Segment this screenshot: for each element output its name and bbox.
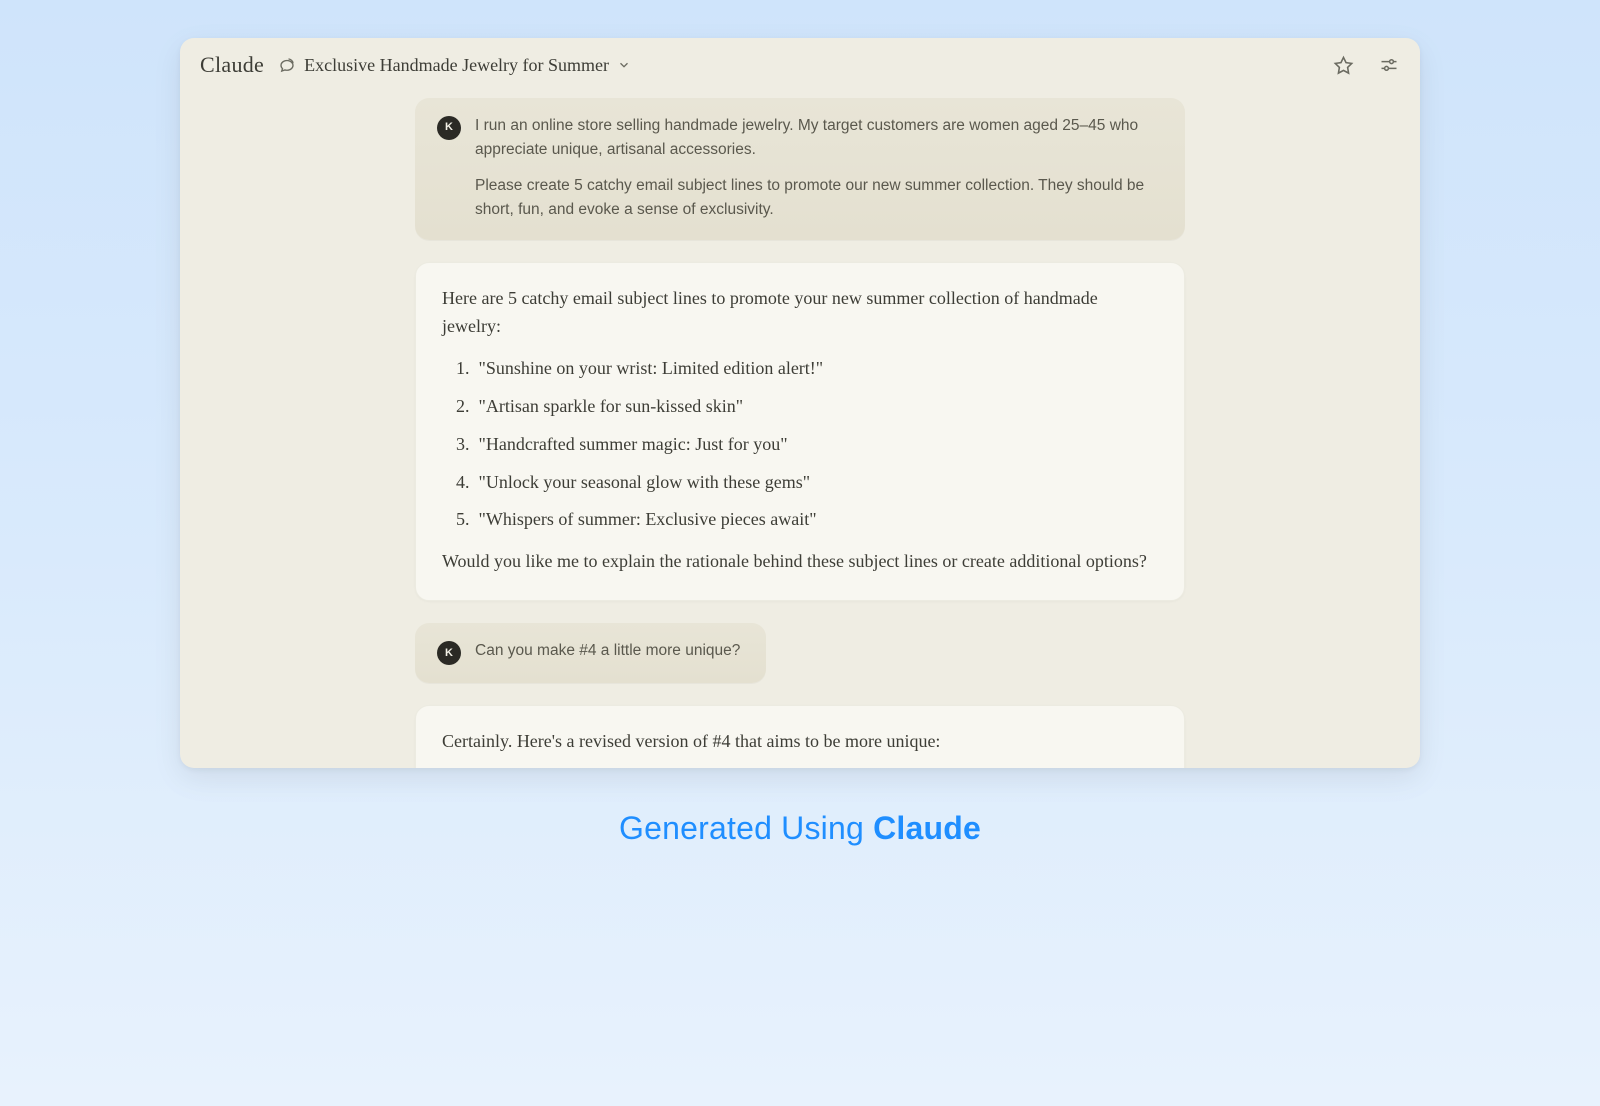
- user-message-text: I run an online store selling handmade j…: [475, 114, 1163, 222]
- assistant-intro: Here are 5 catchy email subject lines to…: [442, 285, 1158, 341]
- conversation-thread: K I run an online store selling handmade…: [415, 88, 1185, 768]
- list-item-text: "Artisan sparkle for sun-kissed skin": [479, 396, 744, 416]
- footer-prefix: Generated Using: [619, 810, 873, 846]
- user-message: K Can you make #4 a little more unique?: [415, 623, 766, 683]
- titlebar: Claude Exclusive Handmade Jewelry for Su…: [180, 38, 1420, 88]
- user-message: K I run an online store selling handmade…: [415, 98, 1185, 240]
- user-text-line: Can you make #4 a little more unique?: [475, 639, 740, 663]
- assistant-message: Certainly. Here's a revised version of #…: [415, 705, 1185, 768]
- footer-brand: Claude: [873, 810, 981, 846]
- conversation-scroll[interactable]: K I run an online store selling handmade…: [180, 88, 1420, 768]
- user-text-line: Please create 5 catchy email subject lin…: [475, 174, 1163, 222]
- footer-caption: Generated Using Claude: [619, 810, 981, 847]
- conversation-title: Exclusive Handmade Jewelry for Summer: [304, 55, 609, 76]
- assistant-outro: Would you like me to explain the rationa…: [442, 548, 1158, 576]
- list-item-text: "Whispers of summer: Exclusive pieces aw…: [479, 509, 817, 529]
- avatar: K: [437, 641, 461, 665]
- list-item: 1. "Sunshine on your wrist: Limited edit…: [456, 355, 1158, 383]
- assistant-intro: Certainly. Here's a revised version of #…: [442, 728, 1158, 756]
- list-item: 2. "Artisan sparkle for sun-kissed skin": [456, 393, 1158, 421]
- list-item: 4. "Unlock your seasonal glow with these…: [456, 469, 1158, 497]
- list-item: 3. "Handcrafted summer magic: Just for y…: [456, 431, 1158, 459]
- chat-icon: [278, 56, 296, 74]
- subject-line-list: 1. "Sunshine on your wrist: Limited edit…: [456, 355, 1158, 534]
- avatar: K: [437, 116, 461, 140]
- star-icon[interactable]: [1332, 54, 1354, 76]
- conversation-title-dropdown[interactable]: Exclusive Handmade Jewelry for Summer: [278, 55, 631, 76]
- list-item: 5. "Whispers of summer: Exclusive pieces…: [456, 506, 1158, 534]
- list-item-text: "Sunshine on your wrist: Limited edition…: [479, 358, 824, 378]
- user-message-text: Can you make #4 a little more unique?: [475, 639, 740, 663]
- user-text-line: I run an online store selling handmade j…: [475, 114, 1163, 162]
- assistant-message: Here are 5 catchy email subject lines to…: [415, 262, 1185, 601]
- list-item-text: "Handcrafted summer magic: Just for you": [479, 434, 788, 454]
- settings-sliders-icon[interactable]: [1378, 54, 1400, 76]
- chevron-down-icon: [617, 58, 631, 72]
- app-window: Claude Exclusive Handmade Jewelry for Su…: [180, 38, 1420, 768]
- list-item-text: "Unlock your seasonal glow with these ge…: [479, 472, 811, 492]
- brand-logo: Claude: [200, 52, 264, 78]
